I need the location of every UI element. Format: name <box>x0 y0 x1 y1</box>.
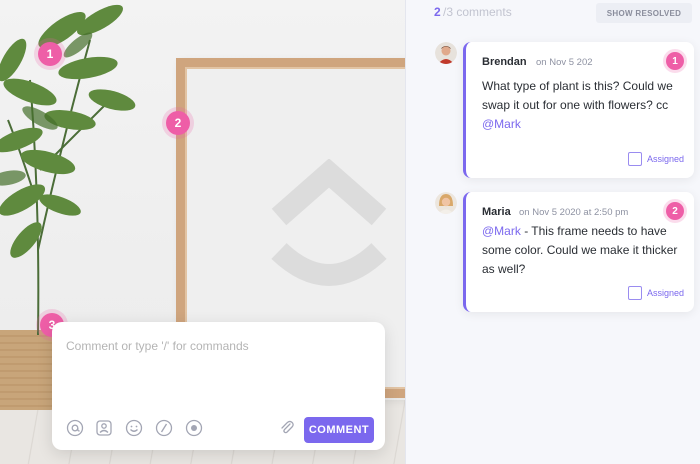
assigned-label: Assigned <box>646 154 684 164</box>
avatar-maria[interactable] <box>435 192 457 214</box>
comments-panel: 2 /3 comments SHOW RESOLVED Brendan on N… <box>405 0 700 464</box>
clickup-logo-watermark <box>271 159 387 286</box>
plant-pot <box>0 330 60 410</box>
comment-body: What type of plant is this? Could we swa… <box>482 77 682 134</box>
assigned-toggle[interactable]: Assigned <box>627 152 684 166</box>
comment-count-total: /3 comments <box>443 5 512 19</box>
mention-link[interactable]: @Mark <box>482 224 521 238</box>
assigned-checkbox[interactable] <box>627 286 642 300</box>
assign-icon[interactable] <box>95 419 113 437</box>
comment-body: @Mark - This frame needs to have some co… <box>482 222 682 279</box>
comment-card[interactable]: Brendan on Nov 5 202 1 What type of plan… <box>463 42 694 178</box>
comment-count-current: 2 <box>434 5 441 19</box>
annotation-marker-2[interactable]: 2 <box>166 111 190 135</box>
comment-card[interactable]: Maria on Nov 5 2020 at 2:50 pm 2 @Mark -… <box>463 192 694 312</box>
comment-marker-badge[interactable]: 2 <box>666 202 684 220</box>
mention-icon[interactable] <box>66 419 84 437</box>
comment-input[interactable] <box>66 336 366 356</box>
assigned-label: Assigned <box>646 288 684 298</box>
assigned-checkbox[interactable] <box>627 152 642 166</box>
show-resolved-button[interactable]: SHOW RESOLVED <box>596 3 692 23</box>
assigned-toggle[interactable]: Assigned <box>627 286 684 300</box>
comment-text: What type of plant is this? Could we swa… <box>482 79 673 112</box>
avatar-brendan[interactable] <box>435 42 457 64</box>
comment-marker-badge[interactable]: 1 <box>666 52 684 70</box>
record-icon[interactable] <box>185 419 203 437</box>
comment-timestamp: on Nov 5 2020 at 2:50 pm <box>519 207 629 218</box>
mention-link[interactable]: @Mark <box>482 117 521 131</box>
comment-timestamp: on Nov 5 202 <box>536 57 593 68</box>
emoji-icon[interactable] <box>125 419 143 437</box>
comment-author: Brendan <box>482 56 527 68</box>
comment-author: Maria <box>482 206 511 218</box>
plant-illustration <box>0 4 136 336</box>
slash-command-icon[interactable] <box>155 419 173 437</box>
comments-header: 2 /3 comments SHOW RESOLVED <box>406 0 700 26</box>
comment-composer: COMMENT <box>52 322 385 450</box>
attachment-icon[interactable] <box>278 419 296 437</box>
annotation-marker-1[interactable]: 1 <box>38 42 62 66</box>
comment-submit-button[interactable]: COMMENT <box>304 417 374 443</box>
